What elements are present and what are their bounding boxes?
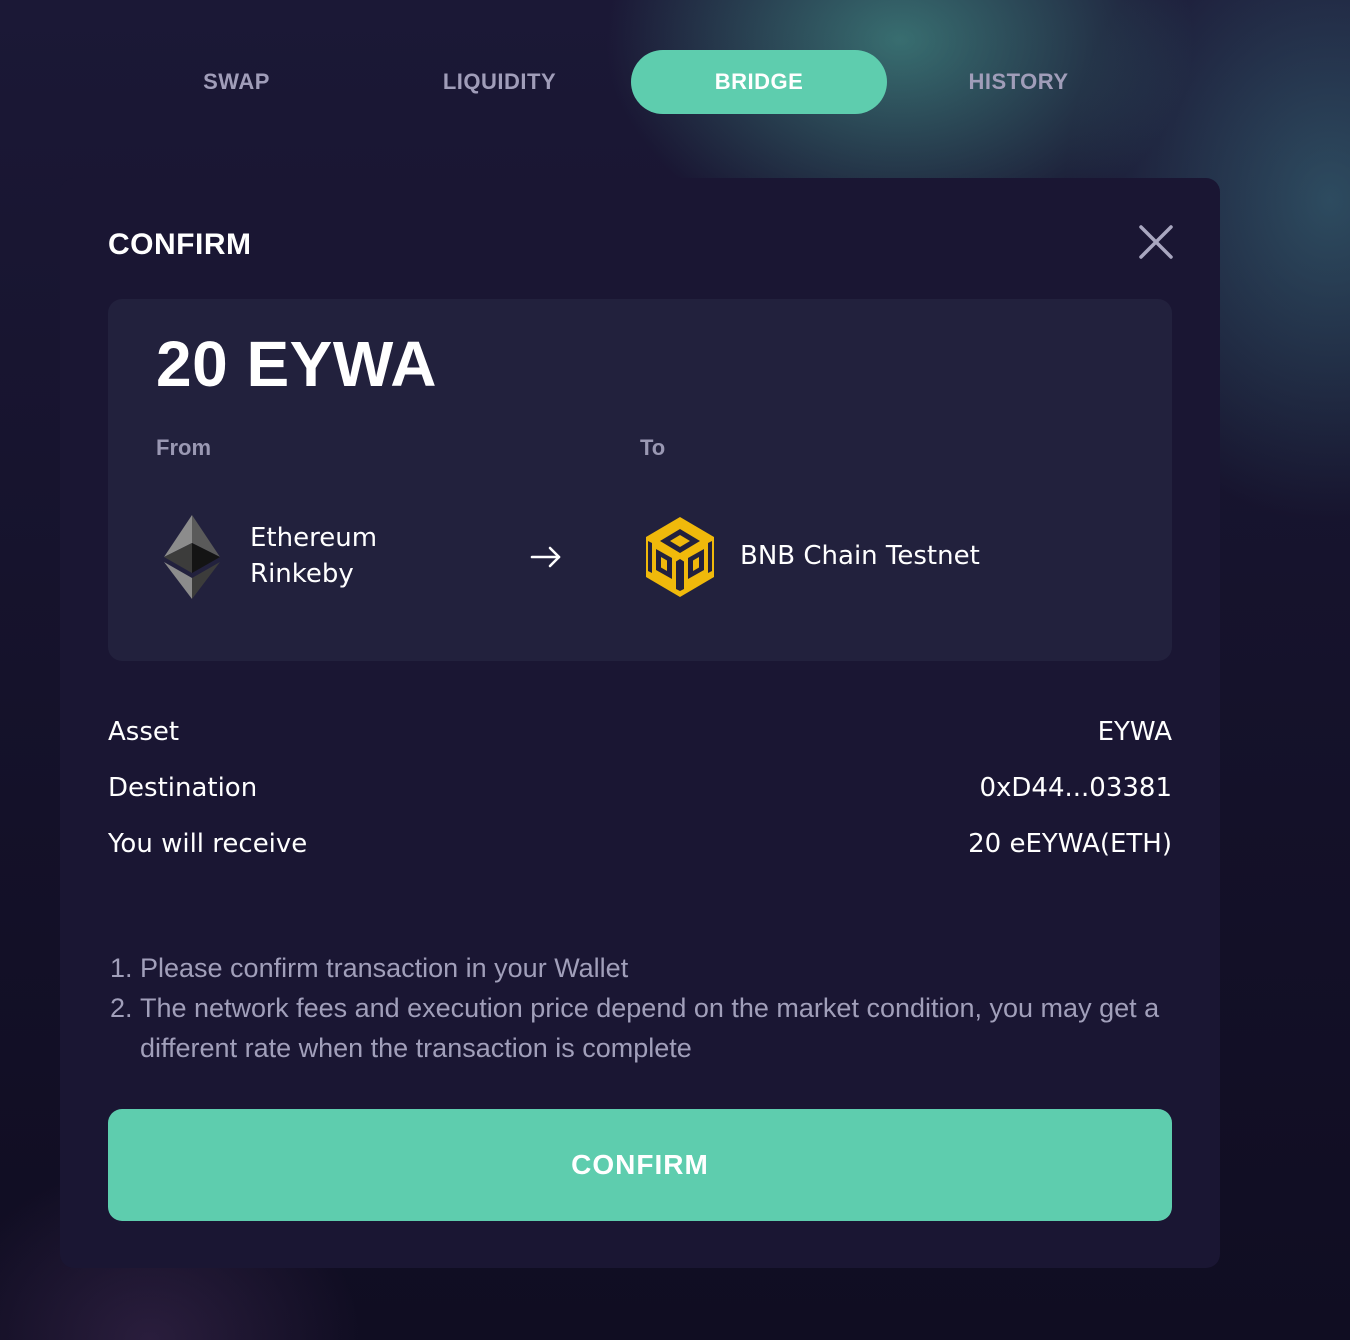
close-icon bbox=[1139, 225, 1173, 259]
from-network-line2: Rinkeby bbox=[250, 559, 354, 589]
detail-row-asset: Asset EYWA bbox=[108, 704, 1172, 760]
tab-liquidity[interactable]: LIQUIDITY bbox=[368, 50, 631, 114]
main-tabs: SWAP LIQUIDITY BRIDGE HISTORY bbox=[105, 50, 1157, 114]
detail-label: Asset bbox=[108, 717, 180, 747]
detail-value: 0xD44...03381 bbox=[979, 773, 1172, 803]
details-list: Asset EYWA Destination 0xD44...03381 You… bbox=[108, 704, 1172, 872]
tab-history[interactable]: HISTORY bbox=[887, 50, 1150, 114]
to-network: BNB Chain Testnet bbox=[740, 541, 980, 571]
detail-label: You will receive bbox=[108, 829, 308, 859]
confirm-button[interactable]: CONFIRM bbox=[108, 1109, 1172, 1221]
to-label: To bbox=[640, 435, 666, 460]
arrow-right-icon bbox=[530, 546, 561, 568]
detail-row-receive: You will receive 20 eEYWA(ETH) bbox=[108, 816, 1172, 872]
detail-row-destination: Destination 0xD44...03381 bbox=[108, 760, 1172, 816]
note-item: The network fees and execution price dep… bbox=[140, 988, 1200, 1068]
bnb-chain-icon bbox=[646, 517, 714, 597]
detail-value: EYWA bbox=[1097, 717, 1172, 747]
modal-title: CONFIRM bbox=[108, 228, 252, 261]
close-button[interactable] bbox=[1136, 222, 1176, 262]
from-label: From bbox=[156, 435, 211, 460]
detail-label: Destination bbox=[108, 773, 258, 803]
transfer-summary: 20 EYWA From To Ethereum Rinkeby BNB Cha… bbox=[108, 299, 1172, 661]
notes-list: Please confirm transaction in your Walle… bbox=[104, 948, 1200, 1068]
detail-value: 20 eEYWA(ETH) bbox=[968, 829, 1172, 859]
transfer-amount: 20 EYWA bbox=[156, 328, 437, 400]
tab-swap[interactable]: SWAP bbox=[105, 50, 368, 114]
confirm-modal: CONFIRM 20 EYWA From To Ethereum Rinkeby bbox=[60, 178, 1220, 1268]
ethereum-icon bbox=[164, 515, 220, 599]
note-item: Please confirm transaction in your Walle… bbox=[140, 948, 1200, 988]
tab-bridge[interactable]: BRIDGE bbox=[631, 50, 887, 114]
from-network-line1: Ethereum bbox=[250, 523, 378, 553]
